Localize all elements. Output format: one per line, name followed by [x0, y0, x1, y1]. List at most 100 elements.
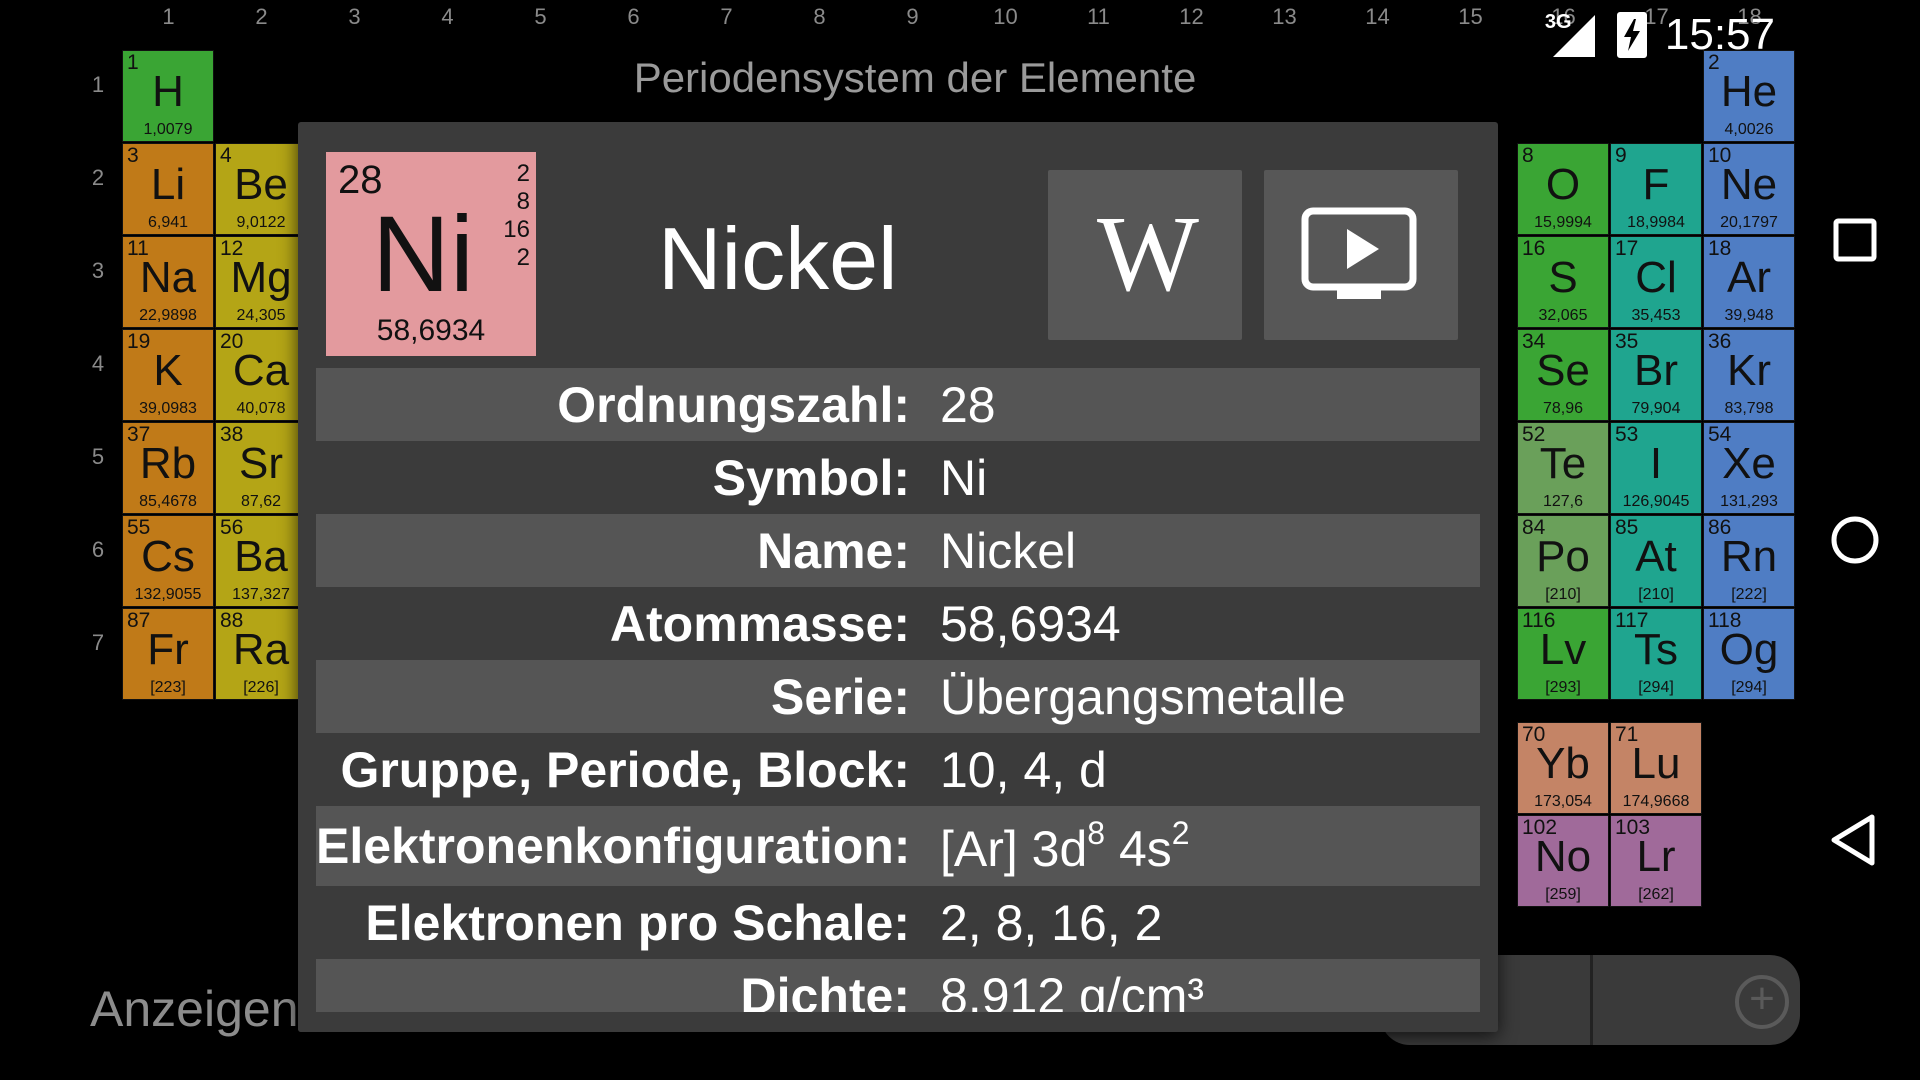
element-cell-be[interactable]: 4 Be 9,0122 — [215, 143, 307, 235]
element-cell-ra[interactable]: 88 Ra [226] — [215, 608, 307, 700]
column-number: 15 — [1458, 4, 1483, 29]
element-cell-na[interactable]: 11 Na 22,9898 — [122, 236, 214, 328]
property-row-electron-config: Elektronenkonfiguration: [Ar] 3d8 4s2 — [316, 806, 1480, 886]
home-button[interactable] — [1820, 505, 1890, 575]
property-value: [Ar] 3d8 4s2 — [928, 815, 1190, 878]
element-cell-f[interactable]: 9 F 18,9984 — [1610, 143, 1702, 235]
cell-symbol: Ar — [1727, 253, 1771, 302]
element-cell-xe[interactable]: 54 Xe 131,293 — [1703, 422, 1795, 514]
element-cell-rn[interactable]: 86 Rn [222] — [1703, 515, 1795, 607]
wikipedia-button[interactable]: W — [1048, 170, 1242, 340]
element-cell-s[interactable]: 16 S 32,065 — [1517, 236, 1609, 328]
column-number: 11 — [1087, 4, 1110, 29]
element-cell-ts[interactable]: 117 Ts [294] — [1610, 608, 1702, 700]
show-label[interactable]: Anzeigen — [90, 980, 299, 1038]
element-cell-li[interactable]: 3 Li 6,941 — [122, 143, 214, 235]
element-cell-k[interactable]: 19 K 39,0983 — [122, 329, 214, 421]
zoom-divider — [1590, 955, 1593, 1045]
navigation-bar — [1790, 0, 1920, 1080]
row-number: 5 — [91, 444, 105, 469]
cell-symbol: Te — [1539, 439, 1587, 488]
element-cell-sr[interactable]: 38 Sr 87,62 — [215, 422, 307, 514]
property-label: Elektronenkonfiguration: — [316, 818, 911, 874]
element-cell-ba[interactable]: 56 Ba 137,327 — [215, 515, 307, 607]
property-label: Atommasse: — [609, 595, 910, 652]
property-value: Übergangsmetalle — [940, 668, 1346, 725]
element-cell-h[interactable]: 1 H 1,0079 — [122, 50, 214, 142]
element-cell-lr[interactable]: 103 Lr [262] — [1610, 815, 1702, 907]
element-cell-ne[interactable]: 10 Ne 20,1797 — [1703, 143, 1795, 235]
cell-mass: [293] — [1545, 679, 1581, 696]
element-cell-ar[interactable]: 18 Ar 39,948 — [1703, 236, 1795, 328]
column-number: 12 — [1179, 4, 1204, 29]
element-cell-o[interactable]: 8 O 15,9994 — [1517, 143, 1609, 235]
cell-symbol: Og — [1719, 625, 1779, 674]
column-number: 8 — [813, 4, 826, 29]
cell-mass: 15,9994 — [1534, 214, 1592, 231]
cell-mass: 6,941 — [147, 214, 189, 231]
config-sup-1: 8 — [1087, 814, 1106, 851]
cell-mass: [294] — [1731, 679, 1767, 696]
row-number: 2 — [91, 165, 105, 190]
cell-symbol: Ne — [1720, 160, 1778, 209]
cell-symbol: Lr — [1636, 832, 1676, 881]
recents-button[interactable] — [1820, 205, 1890, 275]
element-cell-cs[interactable]: 55 Cs 132,9055 — [122, 515, 214, 607]
property-row: Name: Nickel — [316, 514, 1480, 587]
cell-symbol: He — [1720, 67, 1778, 116]
element-cell-po[interactable]: 84 Po [210] — [1517, 515, 1609, 607]
cell-mass: [226] — [243, 679, 279, 696]
element-cell-fr[interactable]: 87 Fr [223] — [122, 608, 214, 700]
element-cell-kr[interactable]: 36 Kr 83,798 — [1703, 329, 1795, 421]
element-cell-cl[interactable]: 17 Cl 35,453 — [1610, 236, 1702, 328]
cell-symbol: K — [153, 346, 183, 395]
properties-table: Ordnungszahl: 28 Symbol: Ni Name: Nickel Atomm… — [316, 368, 1480, 1032]
cell-mass: 131,293 — [1720, 493, 1778, 510]
element-cell-rb[interactable]: 37 Rb 85,4678 — [122, 422, 214, 514]
zoom-in-button[interactable]: + — [1735, 975, 1789, 1029]
element-name: Nickel — [658, 209, 898, 308]
property-value: Nickel — [940, 522, 1077, 579]
cell-mass: 22,9898 — [139, 307, 197, 324]
element-cell-he[interactable]: 2 He 4,0026 — [1703, 50, 1795, 142]
cell-mass: 174,9668 — [1622, 793, 1690, 810]
cell-symbol: Sr — [239, 439, 283, 488]
element-cell-ca[interactable]: 20 Ca 40,078 — [215, 329, 307, 421]
property-row: Elektronen pro Schale: 2, 8, 16, 2 — [316, 886, 1480, 959]
cell-symbol: Se — [1536, 346, 1590, 395]
cell-mass: 79,904 — [1631, 400, 1681, 417]
element-cell-yb[interactable]: 70 Yb 173,054 — [1517, 722, 1609, 814]
cell-mass: [262] — [1638, 886, 1674, 903]
config-sup-2: 2 — [1171, 814, 1190, 851]
element-cell-i[interactable]: 53 I 126,9045 — [1610, 422, 1702, 514]
video-button[interactable] — [1264, 170, 1458, 340]
cell-symbol: Cl — [1635, 253, 1677, 302]
property-label: Symbol: — [712, 449, 910, 506]
wikipedia-icon: W — [1097, 195, 1199, 314]
cell-symbol: Li — [150, 160, 186, 209]
tile-shells: 2 8 16 2 — [503, 160, 530, 272]
element-cell-mg[interactable]: 12 Mg 24,305 — [215, 236, 307, 328]
element-cell-og[interactable]: 118 Og [294] — [1703, 608, 1795, 700]
element-cell-lu[interactable]: 71 Lu 174,9668 — [1610, 722, 1702, 814]
back-button[interactable] — [1820, 805, 1890, 875]
cell-symbol: Br — [1634, 346, 1678, 395]
cell-mass: 18,9984 — [1627, 214, 1685, 231]
cell-mass: 20,1797 — [1720, 214, 1778, 231]
cell-symbol: Ra — [232, 625, 290, 674]
element-cell-no[interactable]: 102 No [259] — [1517, 815, 1609, 907]
element-cell-at[interactable]: 85 At [210] — [1610, 515, 1702, 607]
cell-symbol: Cs — [141, 532, 195, 581]
element-cell-br[interactable]: 35 Br 79,904 — [1610, 329, 1702, 421]
element-cell-se[interactable]: 34 Se 78,96 — [1517, 329, 1609, 421]
cell-mass: [259] — [1545, 886, 1581, 903]
property-row: Serie: Übergangsmetalle — [316, 660, 1480, 733]
element-cell-te[interactable]: 52 Te 127,6 — [1517, 422, 1609, 514]
cell-symbol: I — [1649, 439, 1663, 488]
row-number: 6 — [91, 537, 105, 562]
back-triangle-icon — [1831, 814, 1875, 866]
cell-mass: 24,305 — [236, 307, 286, 324]
element-cell-lv[interactable]: 116 Lv [293] — [1517, 608, 1609, 700]
cell-symbol: Kr — [1727, 346, 1771, 395]
cell-symbol: No — [1534, 832, 1592, 881]
